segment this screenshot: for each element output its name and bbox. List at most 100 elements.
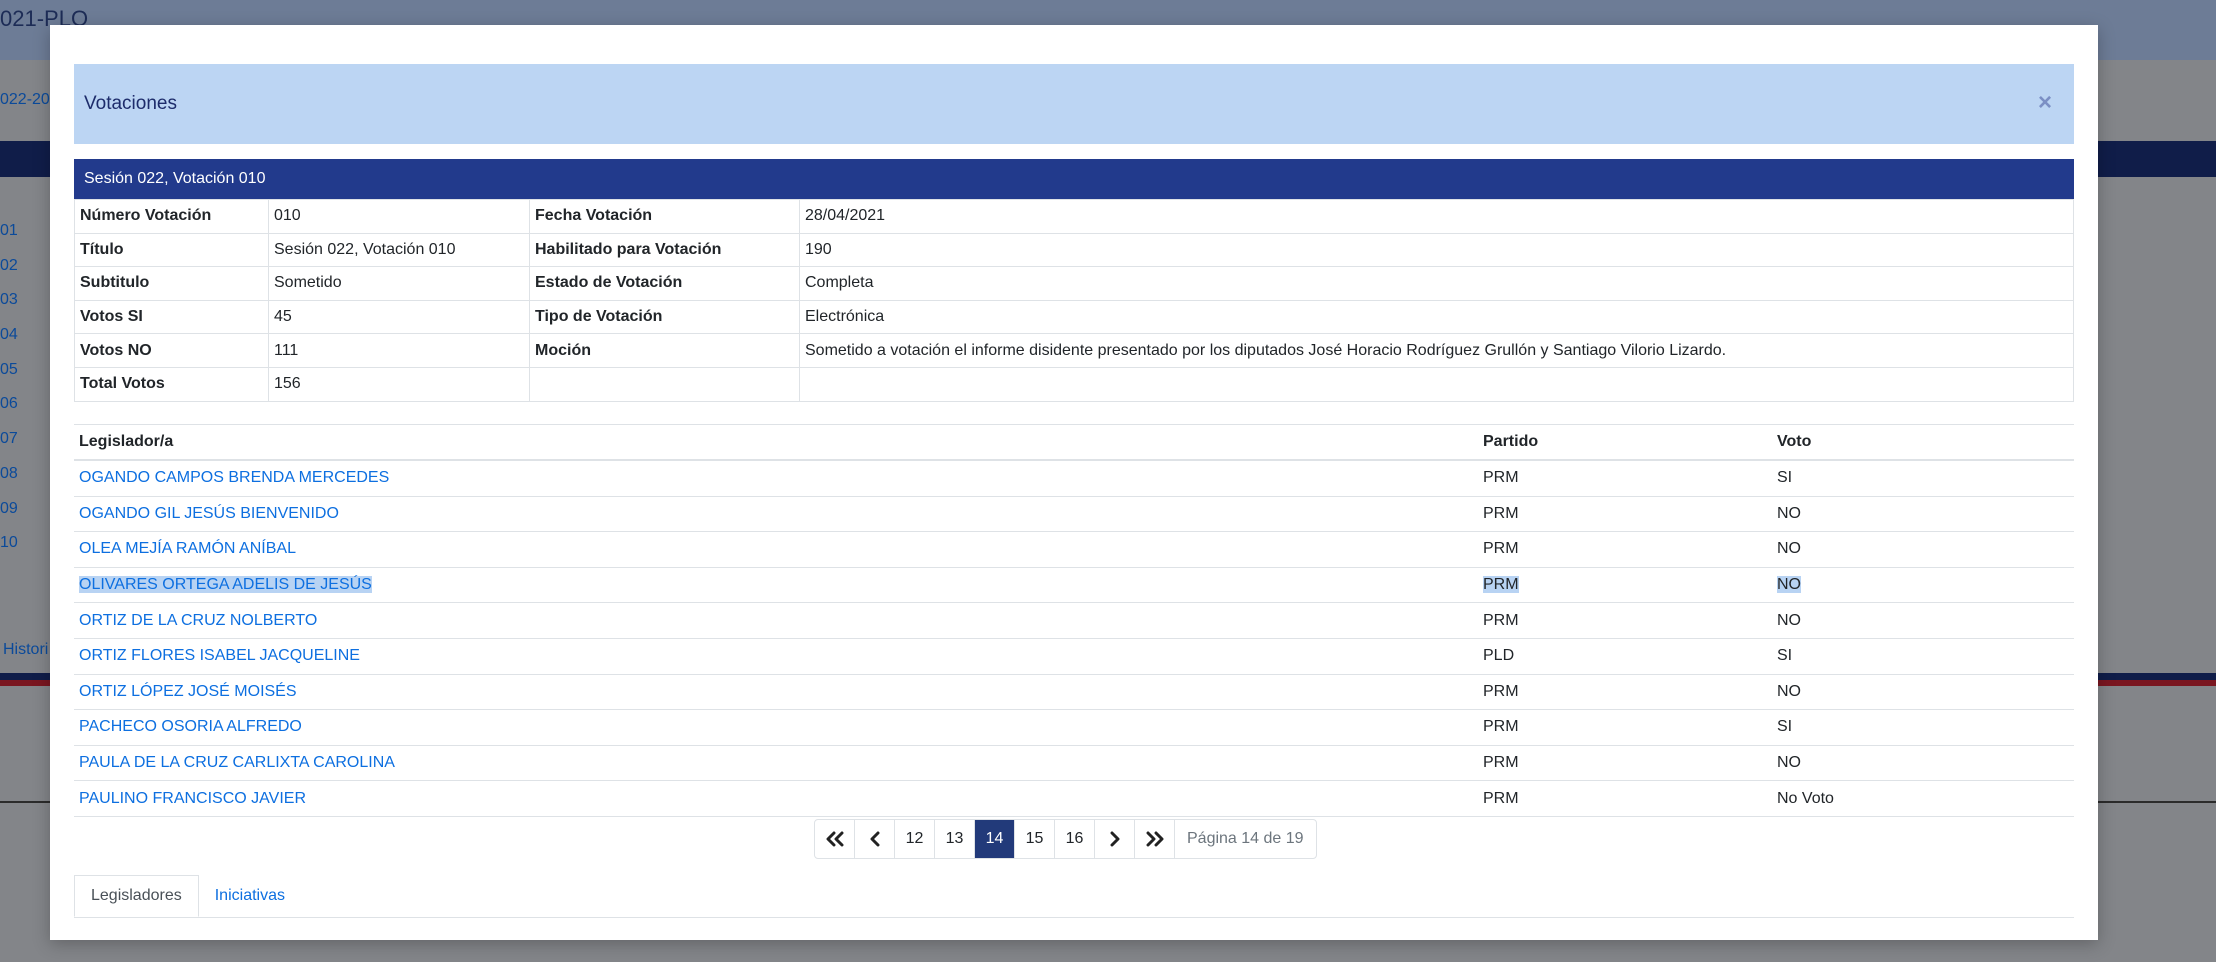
vote-cell: NO (1777, 576, 1801, 594)
details-key: Título (74, 232, 269, 268)
details-row: Votos SI 45 Tipo de Votación Electrónica (74, 299, 2074, 335)
legislator-link[interactable]: OGANDO CAMPOS BRENDA MERCEDES (79, 469, 389, 486)
details-key: Total Votos (74, 366, 269, 402)
party-cell: PRM (1478, 709, 1772, 746)
legislator-link[interactable]: PAULA DE LA CRUZ CARLIXTA CAROLINA (79, 754, 395, 771)
background-list-item[interactable]: 02 (0, 257, 18, 292)
background-list-item[interactable]: 07 (0, 430, 18, 465)
background-list-item[interactable]: 03 (0, 291, 18, 326)
details-key: Habilitado para Votación (529, 232, 800, 268)
tab-iniciativas[interactable]: Iniciativas (199, 875, 301, 917)
party-cell: PLD (1478, 638, 1772, 675)
vote-cell: NO (1772, 531, 2074, 568)
table-row: OGANDO CAMPOS BRENDA MERCEDES PRM SI (74, 460, 2074, 497)
vote-details: Sesión 022, Votación 010 Número Votación… (74, 159, 2074, 402)
details-key: Subtitulo (74, 266, 269, 301)
details-key: Moción (529, 333, 800, 368)
legislator-link[interactable]: ORTIZ FLORES ISABEL JACQUELINE (79, 647, 360, 664)
party-cell: PRM (1478, 460, 1772, 497)
legislator-link[interactable]: PACHECO OSORIA ALFREDO (79, 718, 302, 735)
background-list-item[interactable]: 04 (0, 326, 18, 361)
details-value: Sometido a votación el informe disidente… (799, 333, 2074, 368)
details-row: Votos NO 111 Moción Sometido a votación … (74, 333, 2074, 368)
table-header-row: Legislador/a Partido Voto (74, 424, 2074, 461)
background-list-item[interactable]: 01 (0, 222, 18, 257)
details-value: 190 (799, 232, 2074, 268)
legislator-link[interactable]: OLEA MEJÍA RAMÓN ANÍBAL (79, 540, 296, 557)
modal-tabs: Legisladores Iniciativas (74, 875, 2074, 918)
background-list-item[interactable]: 10 (0, 534, 18, 569)
details-key (529, 366, 800, 402)
details-value (799, 366, 2074, 402)
details-key: Votos NO (74, 333, 269, 368)
table-row: PACHECO OSORIA ALFREDO PRM SI (74, 709, 2074, 746)
votaciones-modal: Votaciones × Sesión 022, Votación 010 Nú… (50, 25, 2098, 940)
page-info: Página 14 de 19 (1187, 830, 1304, 847)
details-row: Título Sesión 022, Votación 010 Habilita… (74, 232, 2074, 268)
party-cell: PRM (1483, 576, 1519, 594)
legislators-section: Legislador/a Partido Voto OGANDO CAMPOS … (74, 424, 2074, 817)
pagination: 12 13 14 15 16 Página 14 de 19 (814, 819, 1317, 859)
legislator-link[interactable]: PAULINO FRANCISCO JAVIER (79, 790, 306, 807)
current-page-button[interactable]: 14 (975, 820, 1015, 858)
tab-legisladores[interactable]: Legisladores (74, 875, 199, 917)
background-list-item[interactable]: 09 (0, 500, 18, 535)
legislator-link[interactable]: OLIVARES ORTEGA ADELIS DE JESÚS (79, 576, 372, 594)
page-button[interactable]: 12 (895, 820, 935, 858)
previous-page-icon[interactable] (855, 820, 895, 858)
vote-cell: NO (1772, 496, 2074, 533)
close-icon[interactable]: × (2038, 88, 2052, 118)
table-row: ORTIZ LÓPEZ JOSÉ MOISÉS PRM NO (74, 674, 2074, 711)
party-cell: PRM (1478, 602, 1772, 639)
vote-cell: No Voto (1772, 780, 2074, 817)
legislator-link[interactable]: ORTIZ LÓPEZ JOSÉ MOISÉS (79, 683, 297, 700)
column-header-legislator: Legislador/a (74, 424, 1478, 461)
party-cell: PRM (1478, 496, 1772, 533)
background-list-item[interactable]: 08 (0, 465, 18, 500)
party-cell: PRM (1478, 745, 1772, 782)
background-subtitle-link[interactable]: 022-20 (0, 91, 50, 109)
details-key: Votos SI (74, 299, 269, 335)
details-value: 010 (268, 199, 530, 234)
last-page-icon[interactable] (1135, 820, 1175, 858)
table-row: OLIVARES ORTEGA ADELIS DE JESÚS PRM NO (74, 567, 2074, 604)
details-row: Número Votación 010 Fecha Votación 28/04… (74, 199, 2074, 234)
first-page-icon[interactable] (815, 820, 855, 858)
party-cell: PRM (1478, 780, 1772, 817)
details-key: Fecha Votación (529, 199, 800, 234)
column-header-party: Partido (1478, 424, 1772, 461)
background-list-item[interactable]: 06 (0, 395, 18, 430)
legislator-link[interactable]: ORTIZ DE LA CRUZ NOLBERTO (79, 612, 317, 629)
vote-cell: NO (1772, 602, 2074, 639)
vote-caption: Sesión 022, Votación 010 (74, 159, 2074, 199)
party-cell: PRM (1478, 674, 1772, 711)
details-value: 28/04/2021 (799, 199, 2074, 234)
details-key: Estado de Votación (529, 266, 800, 301)
party-cell: PRM (1478, 531, 1772, 568)
table-row: OLEA MEJÍA RAMÓN ANÍBAL PRM NO (74, 531, 2074, 568)
modal-title: Votaciones (84, 93, 177, 114)
details-value: Sesión 022, Votación 010 (268, 232, 530, 268)
background-list-item[interactable]: 05 (0, 361, 18, 396)
background-history-link[interactable]: Histori (3, 641, 48, 659)
details-value: 111 (268, 333, 530, 368)
details-value: 45 (268, 299, 530, 335)
page-button[interactable]: 13 (935, 820, 975, 858)
background-list: 01 02 03 04 05 06 07 08 09 10 (0, 222, 18, 569)
legislators-table: Legislador/a Partido Voto OGANDO CAMPOS … (74, 424, 2074, 817)
details-value: Sometido (268, 266, 530, 301)
page-button[interactable]: 15 (1015, 820, 1055, 858)
vote-cell: NO (1772, 674, 2074, 711)
legislator-link[interactable]: OGANDO GIL JESÚS BIENVENIDO (79, 505, 339, 522)
table-row: PAULINO FRANCISCO JAVIER PRM No Voto (74, 780, 2074, 817)
vote-cell: SI (1772, 460, 2074, 497)
page-button[interactable]: 16 (1055, 820, 1095, 858)
vote-cell: SI (1772, 709, 2074, 746)
vote-cell: SI (1772, 638, 2074, 675)
column-header-vote: Voto (1772, 424, 2074, 461)
details-value: Electrónica (799, 299, 2074, 335)
details-key: Tipo de Votación (529, 299, 800, 335)
table-row: PAULA DE LA CRUZ CARLIXTA CAROLINA PRM N… (74, 745, 2074, 782)
table-row: OGANDO GIL JESÚS BIENVENIDO PRM NO (74, 496, 2074, 533)
next-page-icon[interactable] (1095, 820, 1135, 858)
